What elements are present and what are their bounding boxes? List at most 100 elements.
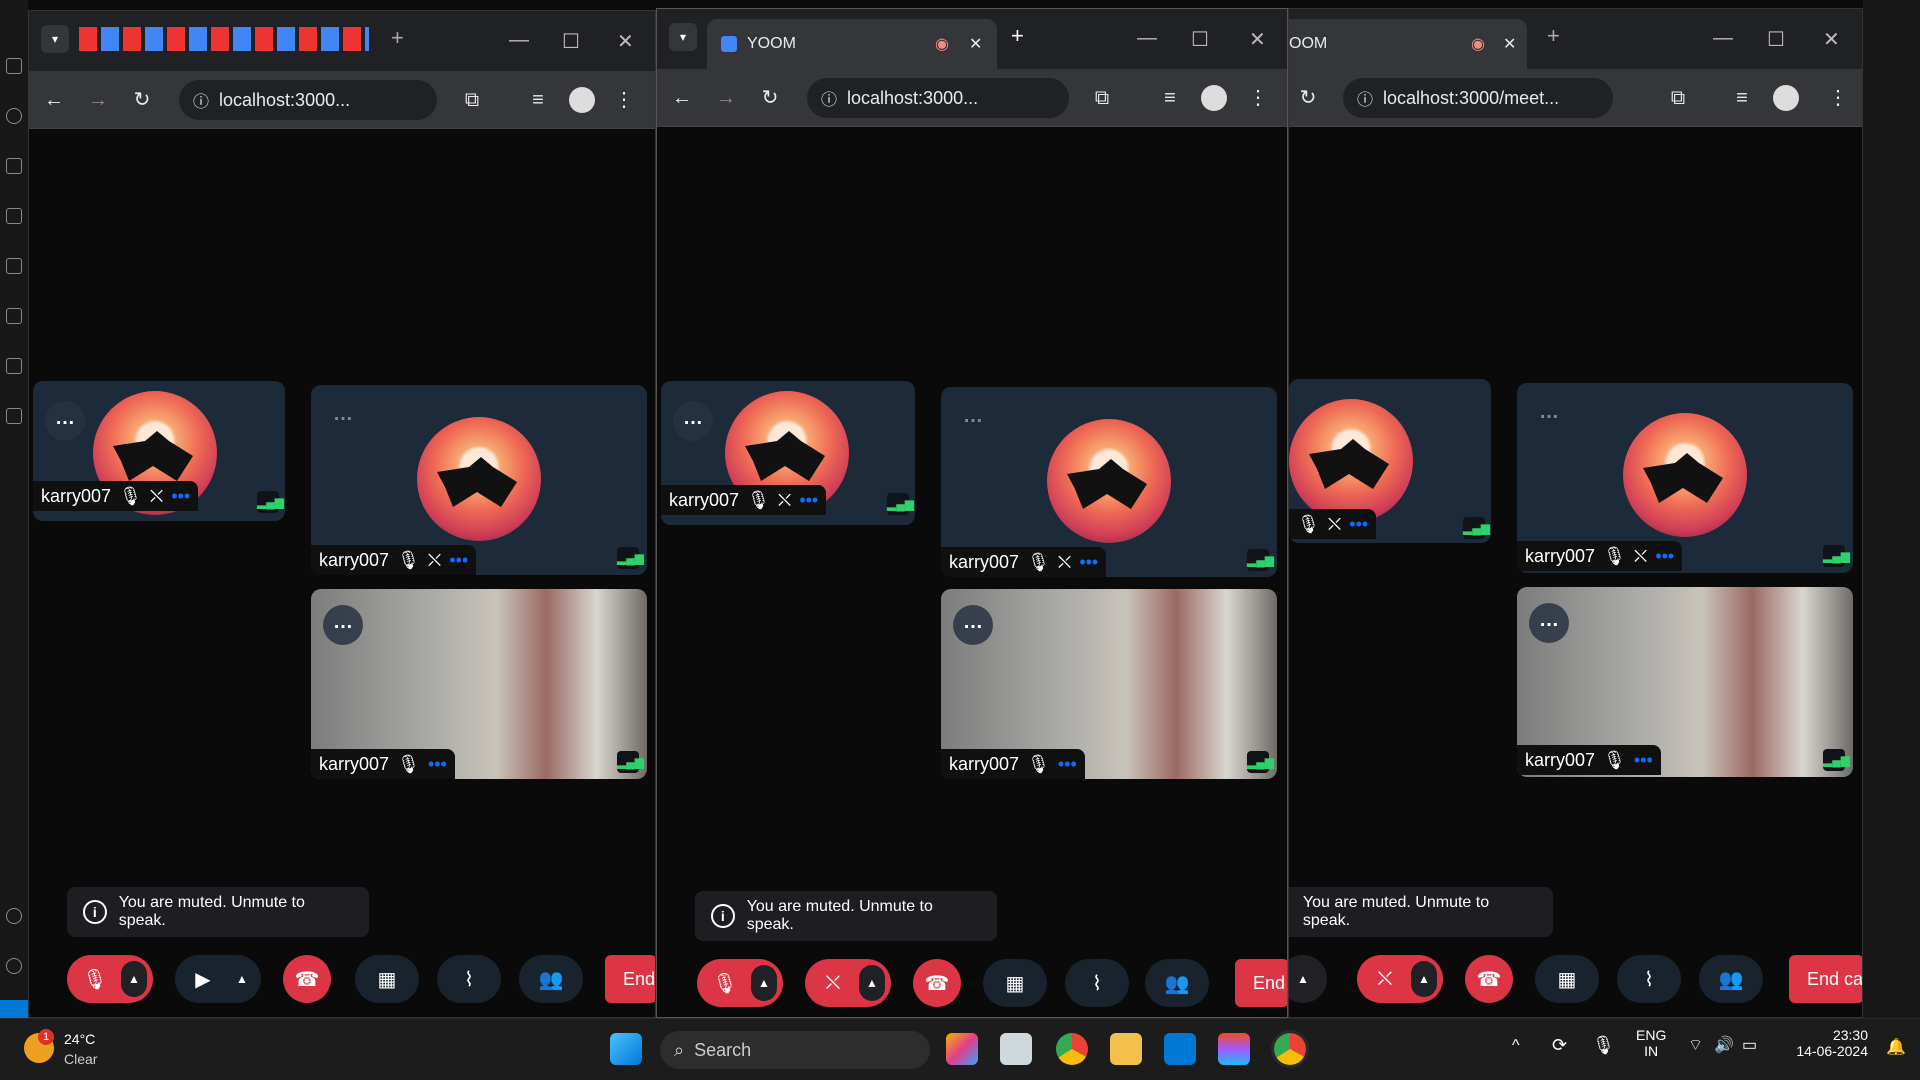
more-icon[interactable]: ••• <box>799 490 818 511</box>
sync-icon[interactable]: ⟳ <box>1552 1035 1567 1056</box>
chrome-icon[interactable] <box>1056 1033 1088 1065</box>
vscode-icon[interactable] <box>1164 1033 1196 1065</box>
tab-yoom[interactable]: YOOM ◉ ✕ <box>707 19 997 69</box>
leave-call-button[interactable]: ☎ <box>283 955 331 1003</box>
taskbar-search[interactable]: ⌕ Search <box>660 1031 930 1069</box>
account-icon[interactable] <box>6 908 22 924</box>
more-icon[interactable]: ••• <box>1058 754 1077 775</box>
settings-gear-icon[interactable] <box>6 958 22 974</box>
profile-avatar[interactable] <box>1773 85 1799 111</box>
stats-button[interactable]: ⌇ <box>1617 955 1681 1003</box>
volume-icon[interactable]: 🔊 <box>1714 1035 1734 1055</box>
more-icon[interactable]: ••• <box>1634 750 1653 771</box>
reload-button[interactable]: ↻ <box>757 85 783 111</box>
stats-button[interactable]: ⌇ <box>1065 959 1129 1007</box>
address-bar[interactable]: ⓘ localhost:3000/meet... <box>1343 78 1613 118</box>
layout-button[interactable]: ▦ <box>355 955 419 1003</box>
task-view-icon[interactable] <box>1000 1033 1032 1065</box>
new-tab-button[interactable]: + <box>1011 23 1024 49</box>
mic-options-arrow[interactable]: ▲ <box>751 965 777 1001</box>
tile-options-button[interactable]: … <box>323 397 363 437</box>
close-button[interactable]: ✕ <box>1823 27 1840 52</box>
participants-button[interactable]: 👥 <box>519 955 583 1003</box>
participants-button[interactable]: 👥 <box>1145 959 1209 1007</box>
camera-toggle-button[interactable]: ⛌ ▲ <box>1357 955 1443 1003</box>
remote-indicator[interactable] <box>0 1000 28 1018</box>
chrome-active-icon[interactable] <box>1271 1030 1309 1068</box>
tile-options-button[interactable]: … <box>323 605 363 645</box>
more-icon[interactable]: ••• <box>1655 546 1674 567</box>
stats-button[interactable]: ⌇ <box>437 955 501 1003</box>
weather-desc[interactable]: Clear <box>64 1051 97 1067</box>
tile-options-button[interactable]: … <box>953 399 993 439</box>
tab-search-button[interactable]: ▾ <box>669 23 697 51</box>
tab-close-icon[interactable]: ✕ <box>1503 34 1516 54</box>
tile-options-button[interactable]: … <box>1529 395 1569 435</box>
end-call-button[interactable]: End ca <box>1789 955 1862 1003</box>
more-icon[interactable]: ••• <box>171 486 190 507</box>
extensions-icon[interactable]: ⧉ <box>459 87 485 113</box>
camera-toggle-button[interactable]: ⛌ ▲ <box>805 959 891 1007</box>
leave-call-button[interactable]: ☎ <box>913 959 961 1007</box>
mic-options-arrow[interactable]: ▲ <box>121 961 147 997</box>
language-indicator[interactable]: ENG IN <box>1636 1027 1666 1059</box>
address-bar[interactable]: ⓘ localhost:3000... <box>807 78 1069 118</box>
file-explorer-icon[interactable] <box>1110 1033 1142 1065</box>
run-debug-icon[interactable] <box>6 208 22 224</box>
close-button[interactable]: ✕ <box>617 29 634 54</box>
camera-options-arrow[interactable]: ▲ <box>859 965 885 1001</box>
back-button[interactable]: ← <box>41 87 67 113</box>
minimize-button[interactable]: — <box>1137 27 1157 50</box>
figma-icon[interactable] <box>1218 1033 1250 1065</box>
site-info-icon[interactable]: ⓘ <box>821 86 837 110</box>
new-tab-button[interactable]: + <box>391 25 404 51</box>
extensions-icon[interactable] <box>6 258 22 274</box>
tile-options-button[interactable]: … <box>953 605 993 645</box>
address-bar[interactable]: ⓘ localhost:3000... <box>179 80 437 120</box>
battery-icon[interactable]: ▭ <box>1742 1035 1757 1055</box>
media-control-icon[interactable]: ≡ <box>1157 85 1183 111</box>
camera-options-arrow[interactable]: ▲ <box>1411 961 1437 997</box>
forward-button[interactable]: → <box>713 85 739 111</box>
media-control-icon[interactable]: ≡ <box>1729 85 1755 111</box>
explorer-icon[interactable] <box>6 58 22 74</box>
more-icon[interactable]: ••• <box>449 550 468 571</box>
chevron-up-icon[interactable]: ^ <box>1512 1037 1520 1055</box>
remote-explorer-icon[interactable] <box>6 308 22 324</box>
mic-options-arrow[interactable]: ▲ <box>1289 955 1327 1003</box>
tab-close-icon[interactable]: ✕ <box>969 34 982 54</box>
weather-temp[interactable]: 24°C <box>64 1031 95 1047</box>
microphone-icon[interactable]: 🎙 <box>1592 1035 1615 1056</box>
notifications-icon[interactable]: 🔔 <box>1886 1037 1906 1057</box>
menu-icon[interactable]: ⋮ <box>1825 85 1851 111</box>
mic-toggle-button[interactable]: 🎙 ▲ <box>697 959 783 1007</box>
testing-icon[interactable] <box>6 358 22 374</box>
menu-icon[interactable]: ⋮ <box>611 87 637 113</box>
maximize-button[interactable]: ☐ <box>562 29 580 54</box>
maximize-button[interactable]: ☐ <box>1767 27 1785 52</box>
camera-toggle-button[interactable]: ▶ ▲ <box>175 955 261 1003</box>
menu-icon[interactable]: ⋮ <box>1245 85 1271 111</box>
minimize-button[interactable]: — <box>1713 27 1733 50</box>
search-icon[interactable] <box>6 108 22 124</box>
profile-avatar[interactable] <box>1201 85 1227 111</box>
new-tab-button[interactable]: + <box>1547 23 1560 49</box>
extensions-icon[interactable]: ⧉ <box>1089 85 1115 111</box>
minimize-button[interactable]: — <box>509 29 529 52</box>
more-icon[interactable]: ••• <box>1349 514 1368 535</box>
source-control-icon[interactable] <box>6 158 22 174</box>
forward-button[interactable]: → <box>85 87 111 113</box>
copilot-icon[interactable] <box>6 408 22 424</box>
tile-options-button[interactable]: … <box>673 401 713 441</box>
more-icon[interactable]: ••• <box>1079 552 1098 573</box>
mic-toggle-button[interactable]: 🎙 ▲ <box>67 955 153 1003</box>
more-icon[interactable]: ••• <box>428 754 447 775</box>
layout-button[interactable]: ▦ <box>983 959 1047 1007</box>
reload-button[interactable]: ↻ <box>129 87 155 113</box>
tile-options-button[interactable]: … <box>45 401 85 441</box>
site-info-icon[interactable]: ⓘ <box>193 88 209 112</box>
media-control-icon[interactable]: ≡ <box>525 87 551 113</box>
leave-call-button[interactable]: ☎ <box>1465 955 1513 1003</box>
start-icon[interactable] <box>610 1033 642 1065</box>
participants-button[interactable]: 👥 <box>1699 955 1763 1003</box>
